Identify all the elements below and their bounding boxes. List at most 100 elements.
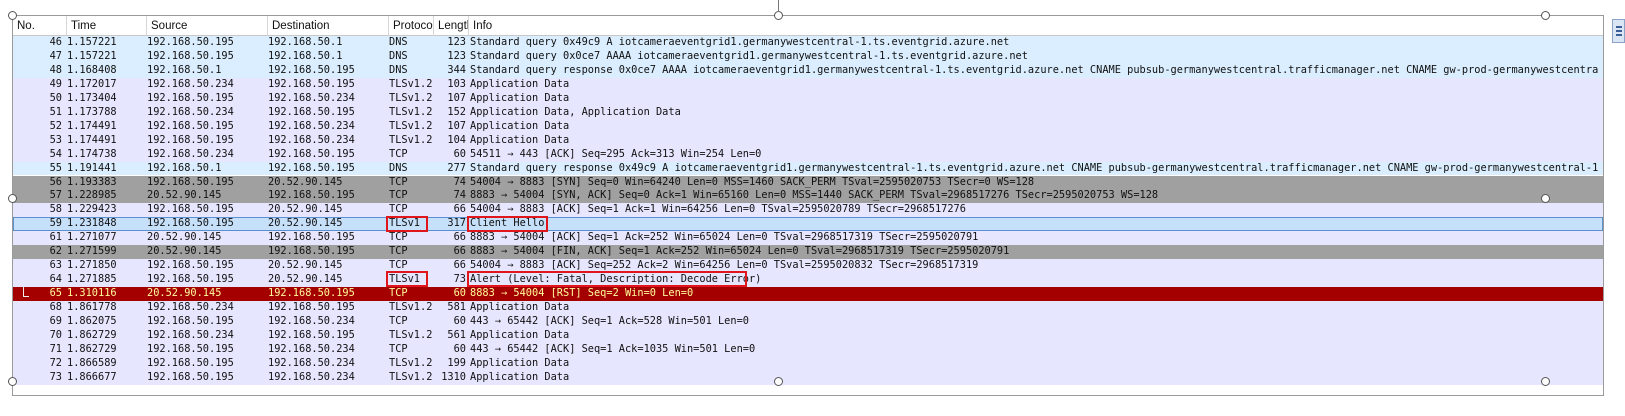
packet-source: 192.168.50.195 [147,273,234,286]
column-header-info[interactable]: Info [469,16,1603,36]
packet-row[interactable]: 46 1.157221 192.168.50.195 192.168.50.1 DNS 1… [13,36,1603,50]
packet-info: Standard query 0x0ce7 AAAA iotcameraeven… [470,49,1028,62]
packet-info: 8883 → 54004 [SYN, ACK] Seq=0 Ack=1 Win=… [470,189,1159,202]
packet-length: 66 [453,245,466,258]
packet-source: 192.168.50.195 [147,119,234,132]
packet-row[interactable]: 70 1.862729 192.168.50.234 192.168.50.195 TL… [13,328,1603,343]
packet-destination: 192.168.50.195 [268,105,355,118]
packet-row[interactable]: 49 1.172017 192.168.50.234 192.168.50.195 TL… [13,77,1603,92]
resize-handle-bottom-right[interactable] [1541,377,1550,386]
resize-handle-middle-left[interactable] [8,194,17,203]
packet-row[interactable]: 72 1.866589 192.168.50.195 192.168.50.234 TL… [13,356,1603,371]
packet-info: 54004 → 8883 [SYN] Seq=0 Win=64240 Len=0… [470,175,1035,188]
packet-protocol: TCP [389,189,408,202]
packet-length: 1310 [441,370,466,383]
column-header-destination[interactable]: Destination [268,16,389,36]
column-header-length[interactable]: Length [434,16,469,36]
column-header-source[interactable]: Source [147,16,268,36]
packet-destination: 192.168.50.195 [268,147,355,160]
packet-protocol: DNS [389,36,408,48]
resize-handle-middle-right[interactable] [1541,194,1550,203]
packet-row[interactable]: 68 1.861778 192.168.50.234 192.168.50.195 TL… [13,301,1603,315]
packet-list-header: No. Time Source Destination Protocol Len… [13,16,1603,36]
packet-row[interactable]: 52 1.174491 192.168.50.195 192.168.50.234 TL… [13,119,1603,134]
packet-no: 51 [49,105,62,118]
packet-row[interactable]: 65 1.310116 20.52.90.145 192.168.50.195 TCP 6… [13,287,1603,302]
resize-handle-top-right[interactable] [1541,11,1550,20]
packet-destination: 192.168.50.195 [268,161,355,174]
packet-destination: 20.52.90.145 [268,259,343,272]
packet-no: 52 [49,119,62,132]
resize-handle-bottom-left[interactable] [8,377,17,386]
packet-time: 1.866589 [67,356,117,369]
packet-no: 62 [49,245,62,258]
packet-row[interactable]: 48 1.168408 192.168.50.1 192.168.50.195 DNS 3… [13,63,1603,78]
packet-row[interactable]: 62 1.271599 20.52.90.145 192.168.50.195 TCP 6… [13,245,1603,260]
packet-row[interactable]: 71 1.862729 192.168.50.195 192.168.50.234 TC… [13,342,1603,357]
packet-no: 69 [49,315,62,327]
packet-source: 192.168.50.195 [147,36,234,48]
packet-time: 1.174491 [67,133,117,146]
packet-source: 192.168.50.234 [147,105,234,118]
packet-no: 68 [49,301,62,314]
packet-row[interactable]: 59 1.231848 192.168.50.195 20.52.90.145 TLSv… [13,217,1603,232]
packet-source: 192.168.50.195 [147,133,234,146]
packet-time: 1.862729 [67,342,117,355]
packet-row[interactable]: 56 1.193383 192.168.50.195 20.52.90.145 TCP 7… [13,175,1603,190]
packet-time: 1.271077 [67,231,117,244]
packet-length: 107 [447,91,466,104]
packet-row[interactable]: 50 1.173404 192.168.50.195 192.168.50.234 TL… [13,91,1603,106]
packet-row[interactable]: 57 1.228985 20.52.90.145 192.168.50.195 TCP 7… [13,189,1603,204]
packet-destination: 192.168.50.1 [268,49,343,62]
packet-row[interactable]: 64 1.271885 192.168.50.195 20.52.90.145 TLSv… [13,273,1603,288]
packet-length: 581 [447,301,466,314]
packet-length: 107 [447,119,466,132]
packet-row[interactable]: 63 1.271850 192.168.50.195 20.52.90.145 TCP 6… [13,259,1603,274]
packet-protocol: TLSv1.2 [389,77,433,90]
packet-no: 54 [49,147,62,160]
packet-no: 70 [49,328,62,341]
column-header-time[interactable]: Time [67,16,147,36]
packet-row[interactable]: 69 1.862075 192.168.50.195 192.168.50.234 TC… [13,315,1603,329]
packet-destination: 192.168.50.234 [268,91,355,104]
packet-no: 71 [49,342,62,355]
packet-length: 73 [453,273,466,286]
packet-destination: 192.168.50.234 [268,119,355,132]
packet-protocol: TLSv1.2 [389,105,433,118]
packet-source: 192.168.50.195 [147,217,234,230]
conversation-end-marker-icon [20,287,29,301]
highlight-box-info-client-hello [467,216,548,232]
resize-handle-bottom-center[interactable] [774,377,783,386]
packet-info: Application Data [470,133,570,146]
packet-destination: 192.168.50.234 [268,342,355,355]
packet-row[interactable]: 58 1.229423 192.168.50.195 20.52.90.145 TCP 6… [13,203,1603,218]
column-header-protocol[interactable]: Protocol [389,16,434,36]
packet-length: 317 [447,217,466,230]
column-header-no[interactable]: No. [13,16,67,36]
resize-handle-top-left[interactable] [8,11,17,20]
packet-destination: 192.168.50.234 [268,133,355,146]
packet-source: 192.168.50.195 [147,175,234,188]
packet-destination: 192.168.50.195 [268,245,355,258]
packet-time: 1.157221 [67,36,117,48]
packet-time: 1.193383 [67,175,117,188]
packet-time: 1.174738 [67,147,117,160]
packet-row[interactable]: 55 1.191441 192.168.50.1 192.168.50.195 DNS 2… [13,161,1603,176]
packet-row[interactable]: 53 1.174491 192.168.50.195 192.168.50.234 TL… [13,133,1603,148]
packet-row[interactable]: 54 1.174738 192.168.50.234 192.168.50.195 TC… [13,147,1603,162]
packet-length: 277 [447,161,466,174]
packet-protocol: TCP [389,315,408,327]
packet-row[interactable]: 73 1.866677 192.168.50.195 192.168.50.234 TL… [13,370,1603,385]
packet-destination: 192.168.50.195 [268,328,355,341]
packet-source: 20.52.90.145 [147,287,222,300]
packet-row[interactable]: 47 1.157221 192.168.50.195 192.168.50.1 DNS 1… [13,49,1603,64]
packet-row[interactable]: 51 1.173788 192.168.50.234 192.168.50.195 TL… [13,105,1603,120]
packet-time: 1.229423 [67,203,117,216]
packet-info: Application Data [470,370,570,383]
packet-time: 1.862729 [67,328,117,341]
packet-source: 192.168.50.234 [147,328,234,341]
packet-protocol: TCP [389,245,408,258]
layout-options-icon[interactable] [1612,19,1625,43]
resize-handle-top-center[interactable] [774,11,783,20]
packet-row[interactable]: 61 1.271077 20.52.90.145 192.168.50.195 TCP 6… [13,231,1603,246]
